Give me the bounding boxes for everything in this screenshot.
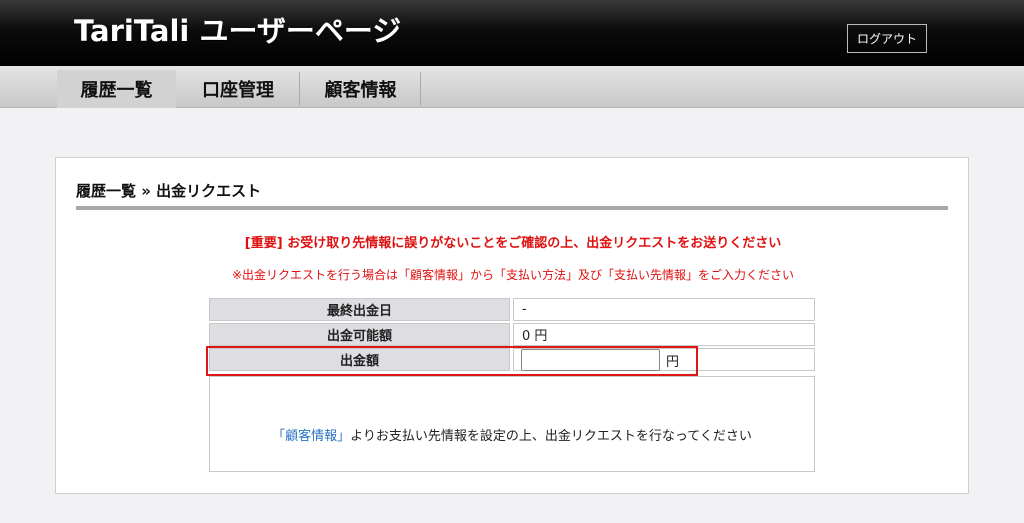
tab-account-management[interactable]: 口座管理 bbox=[176, 70, 300, 108]
withdrawal-panel: 履歴一覧 » 出金リクエスト [重要] お受け取り先情報に誤りがないことをご確認… bbox=[55, 157, 969, 494]
important-notice: [重要] お受け取り先情報に誤りがないことをご確認の上、出金リクエストをお送りく… bbox=[244, 236, 782, 251]
top-header: TariTali ユーザーページ ログアウト bbox=[0, 0, 1024, 66]
last-withdrawal-date-label: 最終出金日 bbox=[209, 298, 510, 321]
tab-history[interactable]: 履歴一覧 bbox=[57, 70, 176, 108]
info-message-text: よりお支払い先情報を設定の上、出金リクエストを行なってください bbox=[350, 429, 752, 444]
breadcrumb: 履歴一覧 » 出金リクエスト bbox=[76, 182, 262, 200]
info-box: 「顧客情報」よりお支払い先情報を設定の上、出金リクエストを行なってください bbox=[209, 376, 815, 472]
tab-customer-info[interactable]: 顧客情報 bbox=[300, 70, 421, 108]
last-withdrawal-date-value: - bbox=[513, 298, 815, 321]
main-nav: 履歴一覧 口座管理 顧客情報 bbox=[0, 66, 1024, 108]
app-title: TariTali ユーザーページ bbox=[74, 14, 402, 48]
info-message: 「顧客情報」よりお支払い先情報を設定の上、出金リクエストを行なってください bbox=[210, 425, 814, 444]
logout-button[interactable]: ログアウト bbox=[847, 24, 927, 53]
available-amount-label: 出金可能額 bbox=[209, 323, 510, 346]
breadcrumb-divider bbox=[76, 206, 948, 210]
customer-info-link[interactable]: 「顧客情報」 bbox=[272, 429, 350, 444]
available-amount-value: 0 円 bbox=[513, 323, 815, 346]
amount-highlight-box bbox=[206, 346, 698, 376]
instruction-notice: ※出金リクエストを行う場合は「顧客情報」から「支払い方法」及び「支払い先情報」を… bbox=[231, 268, 795, 282]
